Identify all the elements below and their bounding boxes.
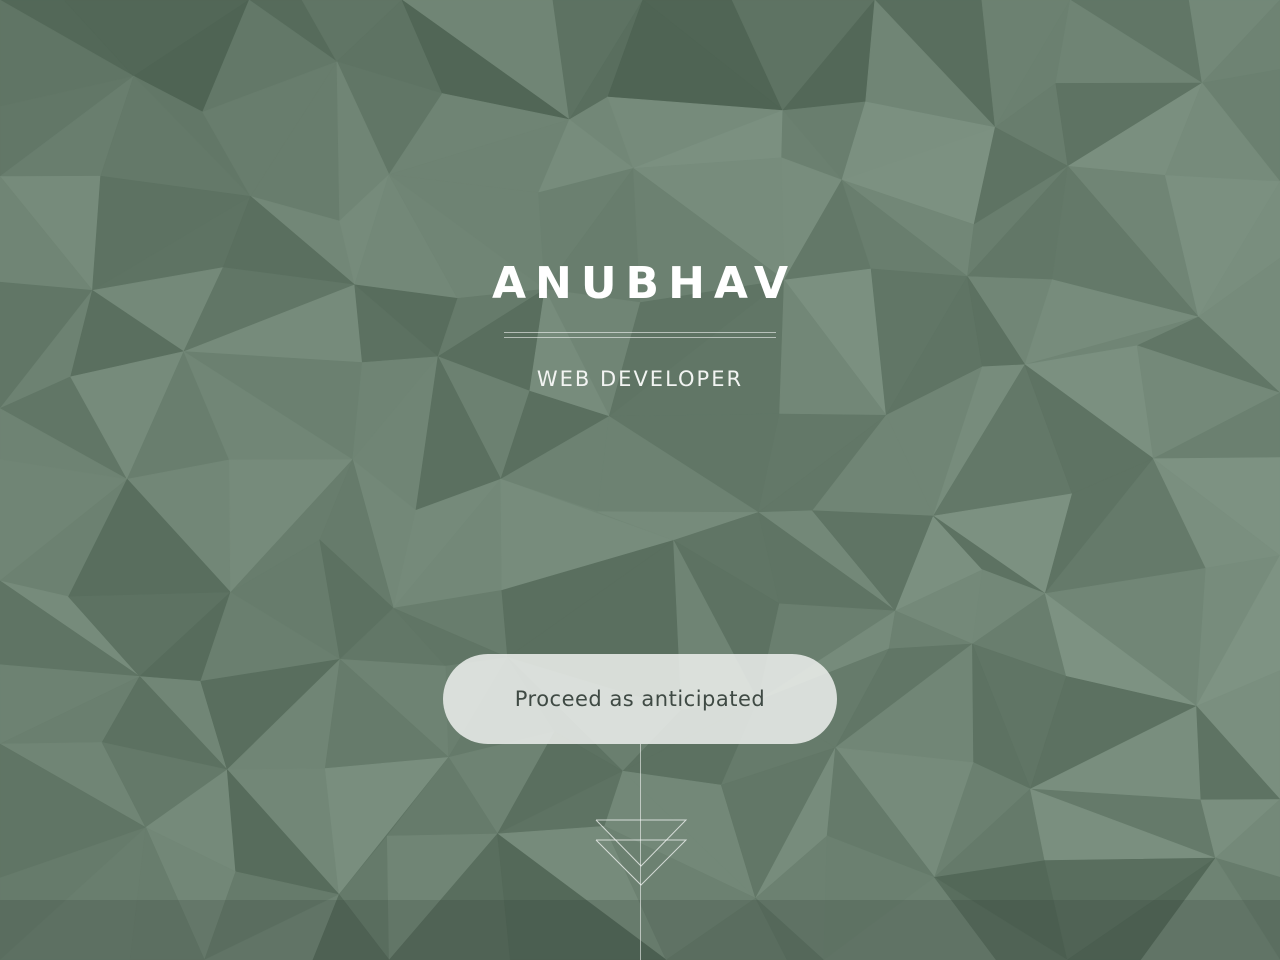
double-chevron-down-icon[interactable] [594,818,688,888]
proceed-button[interactable]: Proceed as anticipated [443,654,837,744]
hero-role: WEB DEVELOPER [536,367,744,391]
title-divider [504,332,776,338]
proceed-button-label: Proceed as anticipated [514,687,766,711]
hero-name: ANUBHAV [491,258,798,309]
